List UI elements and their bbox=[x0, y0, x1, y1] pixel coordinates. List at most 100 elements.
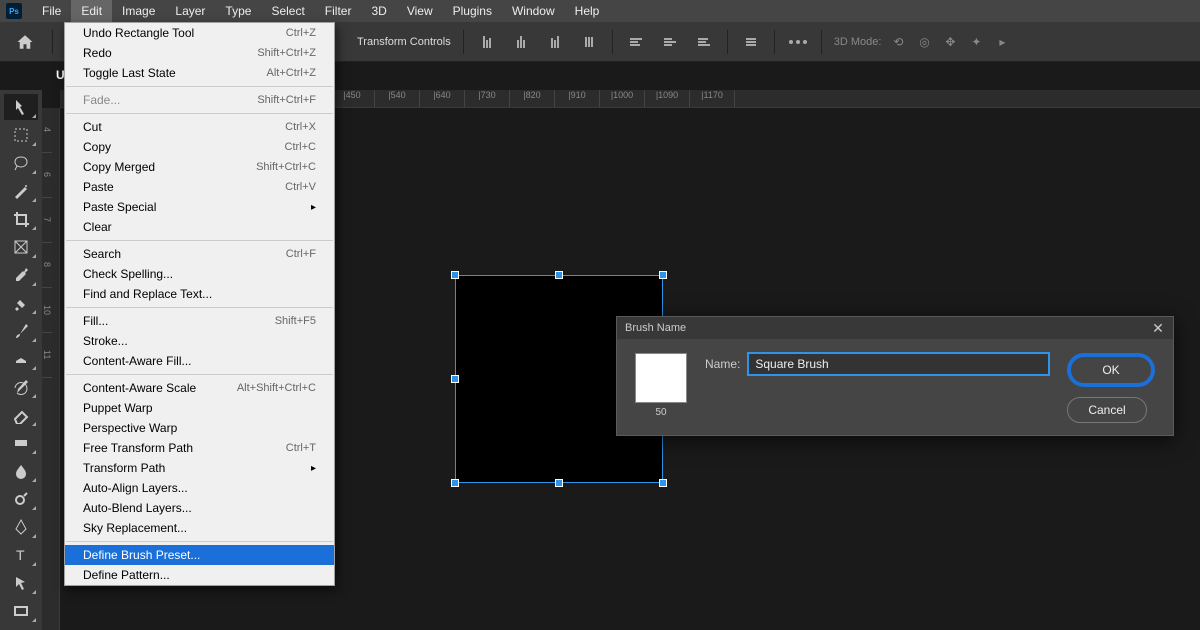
menu-item-clear[interactable]: Clear bbox=[65, 217, 334, 237]
zoom-icon[interactable]: ▸ bbox=[993, 33, 1011, 51]
menu-item-define-brush-preset[interactable]: Define Brush Preset... bbox=[65, 545, 334, 565]
menu-select[interactable]: Select bbox=[261, 0, 314, 22]
menu-item-find-and-replace-text[interactable]: Find and Replace Text... bbox=[65, 284, 334, 304]
menu-filter[interactable]: Filter bbox=[315, 0, 362, 22]
menu-item-shortcut: Shift+Ctrl+F bbox=[257, 94, 316, 106]
align-center-h-icon[interactable] bbox=[510, 31, 532, 53]
menu-item-sky-replacement[interactable]: Sky Replacement... bbox=[65, 518, 334, 538]
cancel-button[interactable]: Cancel bbox=[1067, 397, 1147, 423]
menu-layer[interactable]: Layer bbox=[165, 0, 215, 22]
menu-type[interactable]: Type bbox=[215, 0, 261, 22]
frame-tool[interactable] bbox=[4, 234, 38, 260]
pen-tool[interactable] bbox=[4, 514, 38, 540]
menu-item-label: Search bbox=[83, 247, 121, 261]
align-bottom-icon[interactable] bbox=[693, 31, 715, 53]
move-tool[interactable] bbox=[4, 94, 38, 120]
blur-tool[interactable] bbox=[4, 458, 38, 484]
history-brush-tool[interactable] bbox=[4, 374, 38, 400]
menu-image[interactable]: Image bbox=[112, 0, 165, 22]
handle-bottom-left[interactable] bbox=[451, 479, 459, 487]
path-selection-tool[interactable] bbox=[4, 570, 38, 596]
menu-window[interactable]: Window bbox=[502, 0, 565, 22]
home-icon[interactable] bbox=[10, 27, 40, 57]
rectangle-tool[interactable] bbox=[4, 598, 38, 624]
menu-item-stroke[interactable]: Stroke... bbox=[65, 331, 334, 351]
menu-edit[interactable]: Edit bbox=[71, 0, 112, 22]
menu-item-transform-path[interactable]: Transform Path bbox=[65, 458, 334, 478]
menu-item-copy-merged[interactable]: Copy MergedShift+Ctrl+C bbox=[65, 157, 334, 177]
menu-item-paste[interactable]: PasteCtrl+V bbox=[65, 177, 334, 197]
brush-preview-swatch bbox=[635, 353, 687, 403]
menu-item-label: Free Transform Path bbox=[83, 441, 193, 455]
ok-button[interactable]: OK bbox=[1067, 353, 1155, 387]
menu-item-label: Stroke... bbox=[83, 334, 128, 348]
align-center-v-icon[interactable] bbox=[659, 31, 681, 53]
orbit-icon[interactable]: ⟲ bbox=[889, 33, 907, 51]
type-tool[interactable]: T bbox=[4, 542, 38, 568]
crop-tool[interactable] bbox=[4, 206, 38, 232]
handle-left-center[interactable] bbox=[451, 375, 459, 383]
align-top-icon[interactable] bbox=[625, 31, 647, 53]
menu-item-auto-align-layers[interactable]: Auto-Align Layers... bbox=[65, 478, 334, 498]
document-tab-strip: U bbox=[44, 62, 65, 88]
menu-item-label: Sky Replacement... bbox=[83, 521, 187, 535]
menu-item-content-aware-fill[interactable]: Content-Aware Fill... bbox=[65, 351, 334, 371]
edit-menu-dropdown: Undo Rectangle ToolCtrl+ZRedoShift+Ctrl+… bbox=[64, 22, 335, 586]
menu-item-label: Paste Special bbox=[83, 200, 156, 214]
align-left-icon[interactable] bbox=[476, 31, 498, 53]
dodge-tool[interactable] bbox=[4, 486, 38, 512]
menu-item-toggle-last-state[interactable]: Toggle Last StateAlt+Ctrl+Z bbox=[65, 63, 334, 83]
handle-top-left[interactable] bbox=[451, 271, 459, 279]
menu-item-check-spelling[interactable]: Check Spelling... bbox=[65, 264, 334, 284]
menu-item-undo-rectangle-tool[interactable]: Undo Rectangle ToolCtrl+Z bbox=[65, 23, 334, 43]
stamp-tool[interactable] bbox=[4, 346, 38, 372]
magic-wand-tool[interactable] bbox=[4, 178, 38, 204]
menu-item-paste-special[interactable]: Paste Special bbox=[65, 197, 334, 217]
menu-item-auto-blend-layers[interactable]: Auto-Blend Layers... bbox=[65, 498, 334, 518]
menu-item-redo[interactable]: RedoShift+Ctrl+Z bbox=[65, 43, 334, 63]
brush-tool[interactable] bbox=[4, 318, 38, 344]
menubar: Ps FileEditImageLayerTypeSelectFilter3DV… bbox=[0, 0, 1200, 22]
slide-icon[interactable]: ✦ bbox=[967, 33, 985, 51]
dialog-titlebar[interactable]: Brush Name ✕ bbox=[617, 317, 1173, 339]
menu-item-puppet-warp[interactable]: Puppet Warp bbox=[65, 398, 334, 418]
handle-bottom-right[interactable] bbox=[659, 479, 667, 487]
eraser-tool[interactable] bbox=[4, 402, 38, 428]
menu-view[interactable]: View bbox=[397, 0, 443, 22]
handle-top-center[interactable] bbox=[555, 271, 563, 279]
more-options-icon[interactable] bbox=[787, 31, 809, 53]
align-distribute-icon[interactable] bbox=[740, 31, 762, 53]
menu-help[interactable]: Help bbox=[565, 0, 610, 22]
marquee-tool[interactable] bbox=[4, 122, 38, 148]
menu-item-content-aware-scale[interactable]: Content-Aware ScaleAlt+Shift+Ctrl+C bbox=[65, 378, 334, 398]
healing-tool[interactable] bbox=[4, 290, 38, 316]
roll-icon[interactable]: ◎ bbox=[915, 33, 933, 51]
menu-item-shortcut: Ctrl+Z bbox=[286, 27, 316, 39]
menu-item-label: Clear bbox=[83, 220, 112, 234]
gradient-tool[interactable] bbox=[4, 430, 38, 456]
brush-name-dialog: Brush Name ✕ 50 Name: OK Cancel bbox=[616, 316, 1174, 436]
menu-item-define-pattern[interactable]: Define Pattern... bbox=[65, 565, 334, 585]
align-dist-icon[interactable] bbox=[578, 31, 600, 53]
handle-bottom-center[interactable] bbox=[555, 479, 563, 487]
menu-item-perspective-warp[interactable]: Perspective Warp bbox=[65, 418, 334, 438]
menu-item-label: Copy bbox=[83, 140, 111, 154]
menu-item-cut[interactable]: CutCtrl+X bbox=[65, 117, 334, 137]
menu-item-search[interactable]: SearchCtrl+F bbox=[65, 244, 334, 264]
menu-item-fade[interactable]: Fade...Shift+Ctrl+F bbox=[65, 90, 334, 110]
menu-item-label: Auto-Align Layers... bbox=[83, 481, 188, 495]
menu-3d[interactable]: 3D bbox=[361, 0, 396, 22]
menu-plugins[interactable]: Plugins bbox=[443, 0, 502, 22]
pan-icon[interactable]: ✥ bbox=[941, 33, 959, 51]
menu-item-copy[interactable]: CopyCtrl+C bbox=[65, 137, 334, 157]
handle-top-right[interactable] bbox=[659, 271, 667, 279]
menu-item-free-transform-path[interactable]: Free Transform PathCtrl+T bbox=[65, 438, 334, 458]
menu-item-fill[interactable]: Fill...Shift+F5 bbox=[65, 311, 334, 331]
eyedropper-tool[interactable] bbox=[4, 262, 38, 288]
lasso-tool[interactable] bbox=[4, 150, 38, 176]
brush-name-input[interactable] bbox=[748, 353, 1049, 375]
menu-item-label: Paste bbox=[83, 180, 114, 194]
close-icon[interactable]: ✕ bbox=[1151, 321, 1165, 335]
align-right-icon[interactable] bbox=[544, 31, 566, 53]
menu-file[interactable]: File bbox=[32, 0, 71, 22]
